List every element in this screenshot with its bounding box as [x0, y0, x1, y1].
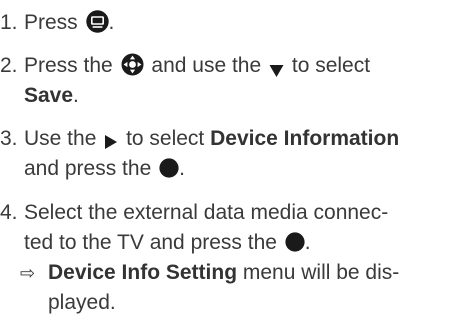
menu-name-device-info-setting: Device Info Setting — [48, 261, 238, 284]
step-number: 4. — [0, 201, 18, 224]
step-text: ted to the TV and press the — [24, 231, 277, 254]
navigation-pad-icon — [121, 53, 144, 76]
step-text: . — [304, 231, 311, 254]
step-2-text: Press the and use the to select Save. — [24, 51, 468, 111]
down-arrow-icon — [269, 57, 284, 77]
instruction-page: 1. Press . 2. Press the and use the to s… — [0, 0, 468, 315]
step-text: . — [179, 157, 185, 180]
step-4-text: Select the external data media connec- t… — [24, 198, 468, 258]
result-text-line: played. — [48, 291, 116, 314]
result-arrow-icon: ⇨ — [20, 263, 36, 283]
step-3-text: Use the to select Device Information and… — [24, 124, 468, 184]
step-number: 3. — [0, 127, 18, 150]
menu-icon — [85, 10, 109, 33]
right-arrow-icon — [104, 129, 118, 150]
result-text-line: menu will be dis- — [242, 261, 400, 284]
option-device-information: Device Information — [210, 127, 400, 150]
step-text: and use the — [151, 54, 262, 77]
step-1-text: Press . — [24, 8, 468, 38]
step-text: Use the — [24, 127, 97, 150]
step-text: Select the external data media connec- — [24, 201, 389, 224]
ok-button-icon — [285, 231, 305, 253]
step-number: 1. — [0, 11, 18, 34]
step-text: to select — [126, 127, 205, 150]
option-save: Save — [24, 84, 74, 107]
step-number: 2. — [0, 54, 18, 77]
step-text: Press the — [24, 54, 113, 77]
step-text: to select — [291, 54, 371, 77]
ok-button-icon — [159, 157, 179, 179]
step-text: and press the — [24, 157, 152, 180]
step-text: Press — [24, 11, 78, 34]
result-text: Device Info Setting menu will be dis- pl… — [48, 258, 468, 318]
step-text: . — [73, 84, 79, 107]
step-text: . — [108, 11, 115, 34]
